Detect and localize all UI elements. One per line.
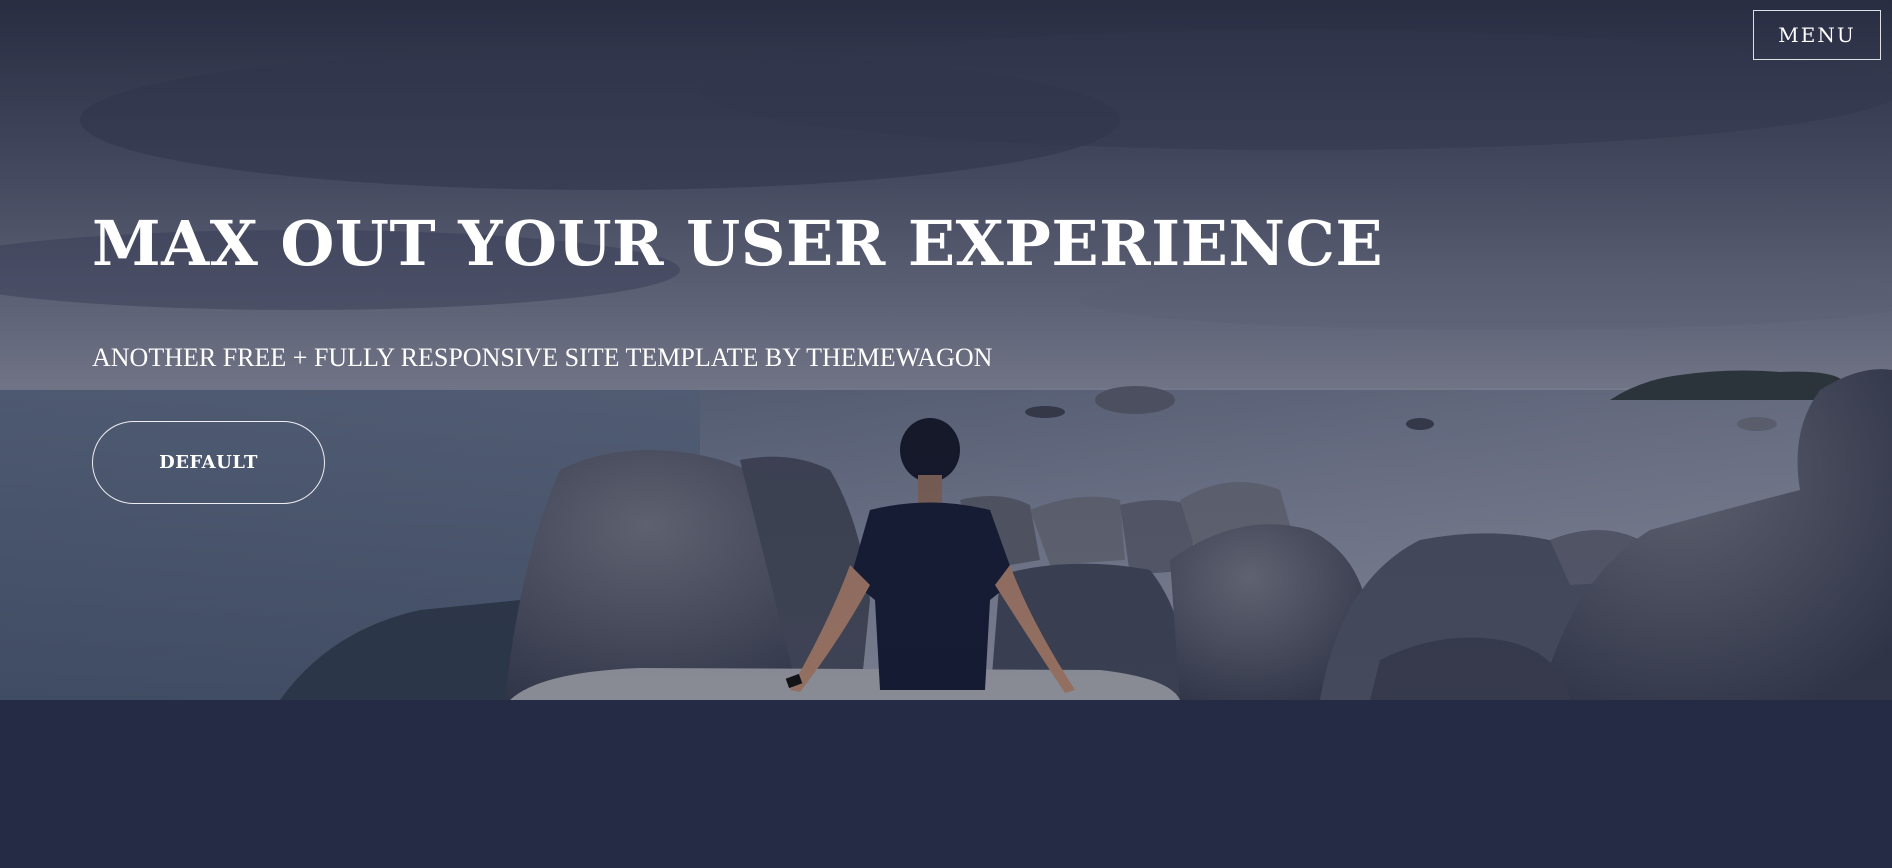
hero-section: MENU MAX OUT YOUR USER EXPERIENCE ANOTHE… (0, 0, 1892, 700)
hero-subtitle: ANOTHER FREE + FULLY RESPONSIVE SITE TEM… (92, 343, 993, 372)
page: MENU MAX OUT YOUR USER EXPERIENCE ANOTHE… (0, 0, 1892, 868)
content-section-background (0, 700, 1892, 868)
default-button[interactable]: DEFAULT (92, 421, 325, 504)
menu-button[interactable]: MENU (1753, 10, 1881, 60)
hero-title: MAX OUT YOUR USER EXPERIENCE (92, 207, 1384, 280)
